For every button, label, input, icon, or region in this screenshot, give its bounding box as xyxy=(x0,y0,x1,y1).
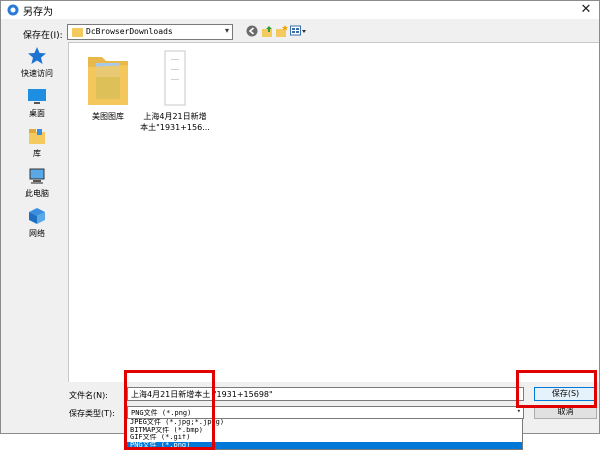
filetype-label: 保存类型(T): xyxy=(69,409,115,418)
image-file-icon xyxy=(164,50,186,106)
folder-icon xyxy=(88,57,128,105)
sidebar-label: 网络 xyxy=(29,229,45,238)
sidebar-item-network[interactable]: 网络 xyxy=(8,206,66,239)
back-icon[interactable] xyxy=(245,25,259,39)
annotation-highlight-box xyxy=(516,370,597,408)
sidebar-item-quick-access[interactable]: 快速访问 xyxy=(8,46,66,79)
file-list-pane[interactable]: 美图图库 上海4月21日新增 本土"1931+156... xyxy=(68,42,599,382)
save-as-dialog: 另存为 ✕ 保存在(I): DcBrowserDownloads ▾ 快速访问 … xyxy=(0,0,600,434)
image-file-item[interactable]: 上海4月21日新增 本土"1931+156... xyxy=(135,49,215,133)
view-menu-icon[interactable] xyxy=(289,25,307,39)
up-folder-icon[interactable] xyxy=(260,25,274,39)
sidebar-label: 快速访问 xyxy=(21,69,53,78)
computer-icon xyxy=(29,168,45,184)
browser-app-icon xyxy=(7,4,19,16)
sidebar-label: 桌面 xyxy=(29,109,45,118)
location-value: DcBrowserDownloads xyxy=(86,27,173,36)
sidebar-item-desktop[interactable]: 桌面 xyxy=(8,86,66,119)
desktop-icon xyxy=(28,89,46,104)
file-name-line2: 本土"1931+156... xyxy=(140,123,210,132)
sidebar-item-library[interactable]: 库 xyxy=(8,126,66,159)
save-in-label: 保存在(I): xyxy=(23,31,63,41)
new-folder-icon[interactable] xyxy=(274,25,288,39)
annotation-highlight-box xyxy=(124,370,215,450)
folder-icon xyxy=(72,28,83,37)
star-icon xyxy=(28,47,46,64)
library-icon xyxy=(29,129,45,144)
chevron-down-icon: ▾ xyxy=(224,26,229,35)
dialog-title: 另存为 xyxy=(23,7,53,18)
filename-label: 文件名(N): xyxy=(69,391,108,400)
places-sidebar: 快速访问 桌面 库 此电脑 网络 xyxy=(8,42,66,382)
file-name-line1: 上海4月21日新增 xyxy=(143,112,207,121)
folder-item[interactable]: 美图图库 xyxy=(83,49,133,122)
network-icon xyxy=(29,208,45,224)
close-button[interactable]: ✕ xyxy=(575,1,597,19)
title-bar: 另存为 ✕ xyxy=(1,1,599,19)
file-name: 美图图库 xyxy=(92,112,124,121)
chevron-down-icon: ▾ xyxy=(516,407,521,415)
sidebar-item-this-pc[interactable]: 此电脑 xyxy=(8,166,66,199)
sidebar-label: 库 xyxy=(33,149,41,158)
sidebar-label: 此电脑 xyxy=(25,189,49,198)
location-dropdown[interactable]: DcBrowserDownloads ▾ xyxy=(67,24,233,40)
